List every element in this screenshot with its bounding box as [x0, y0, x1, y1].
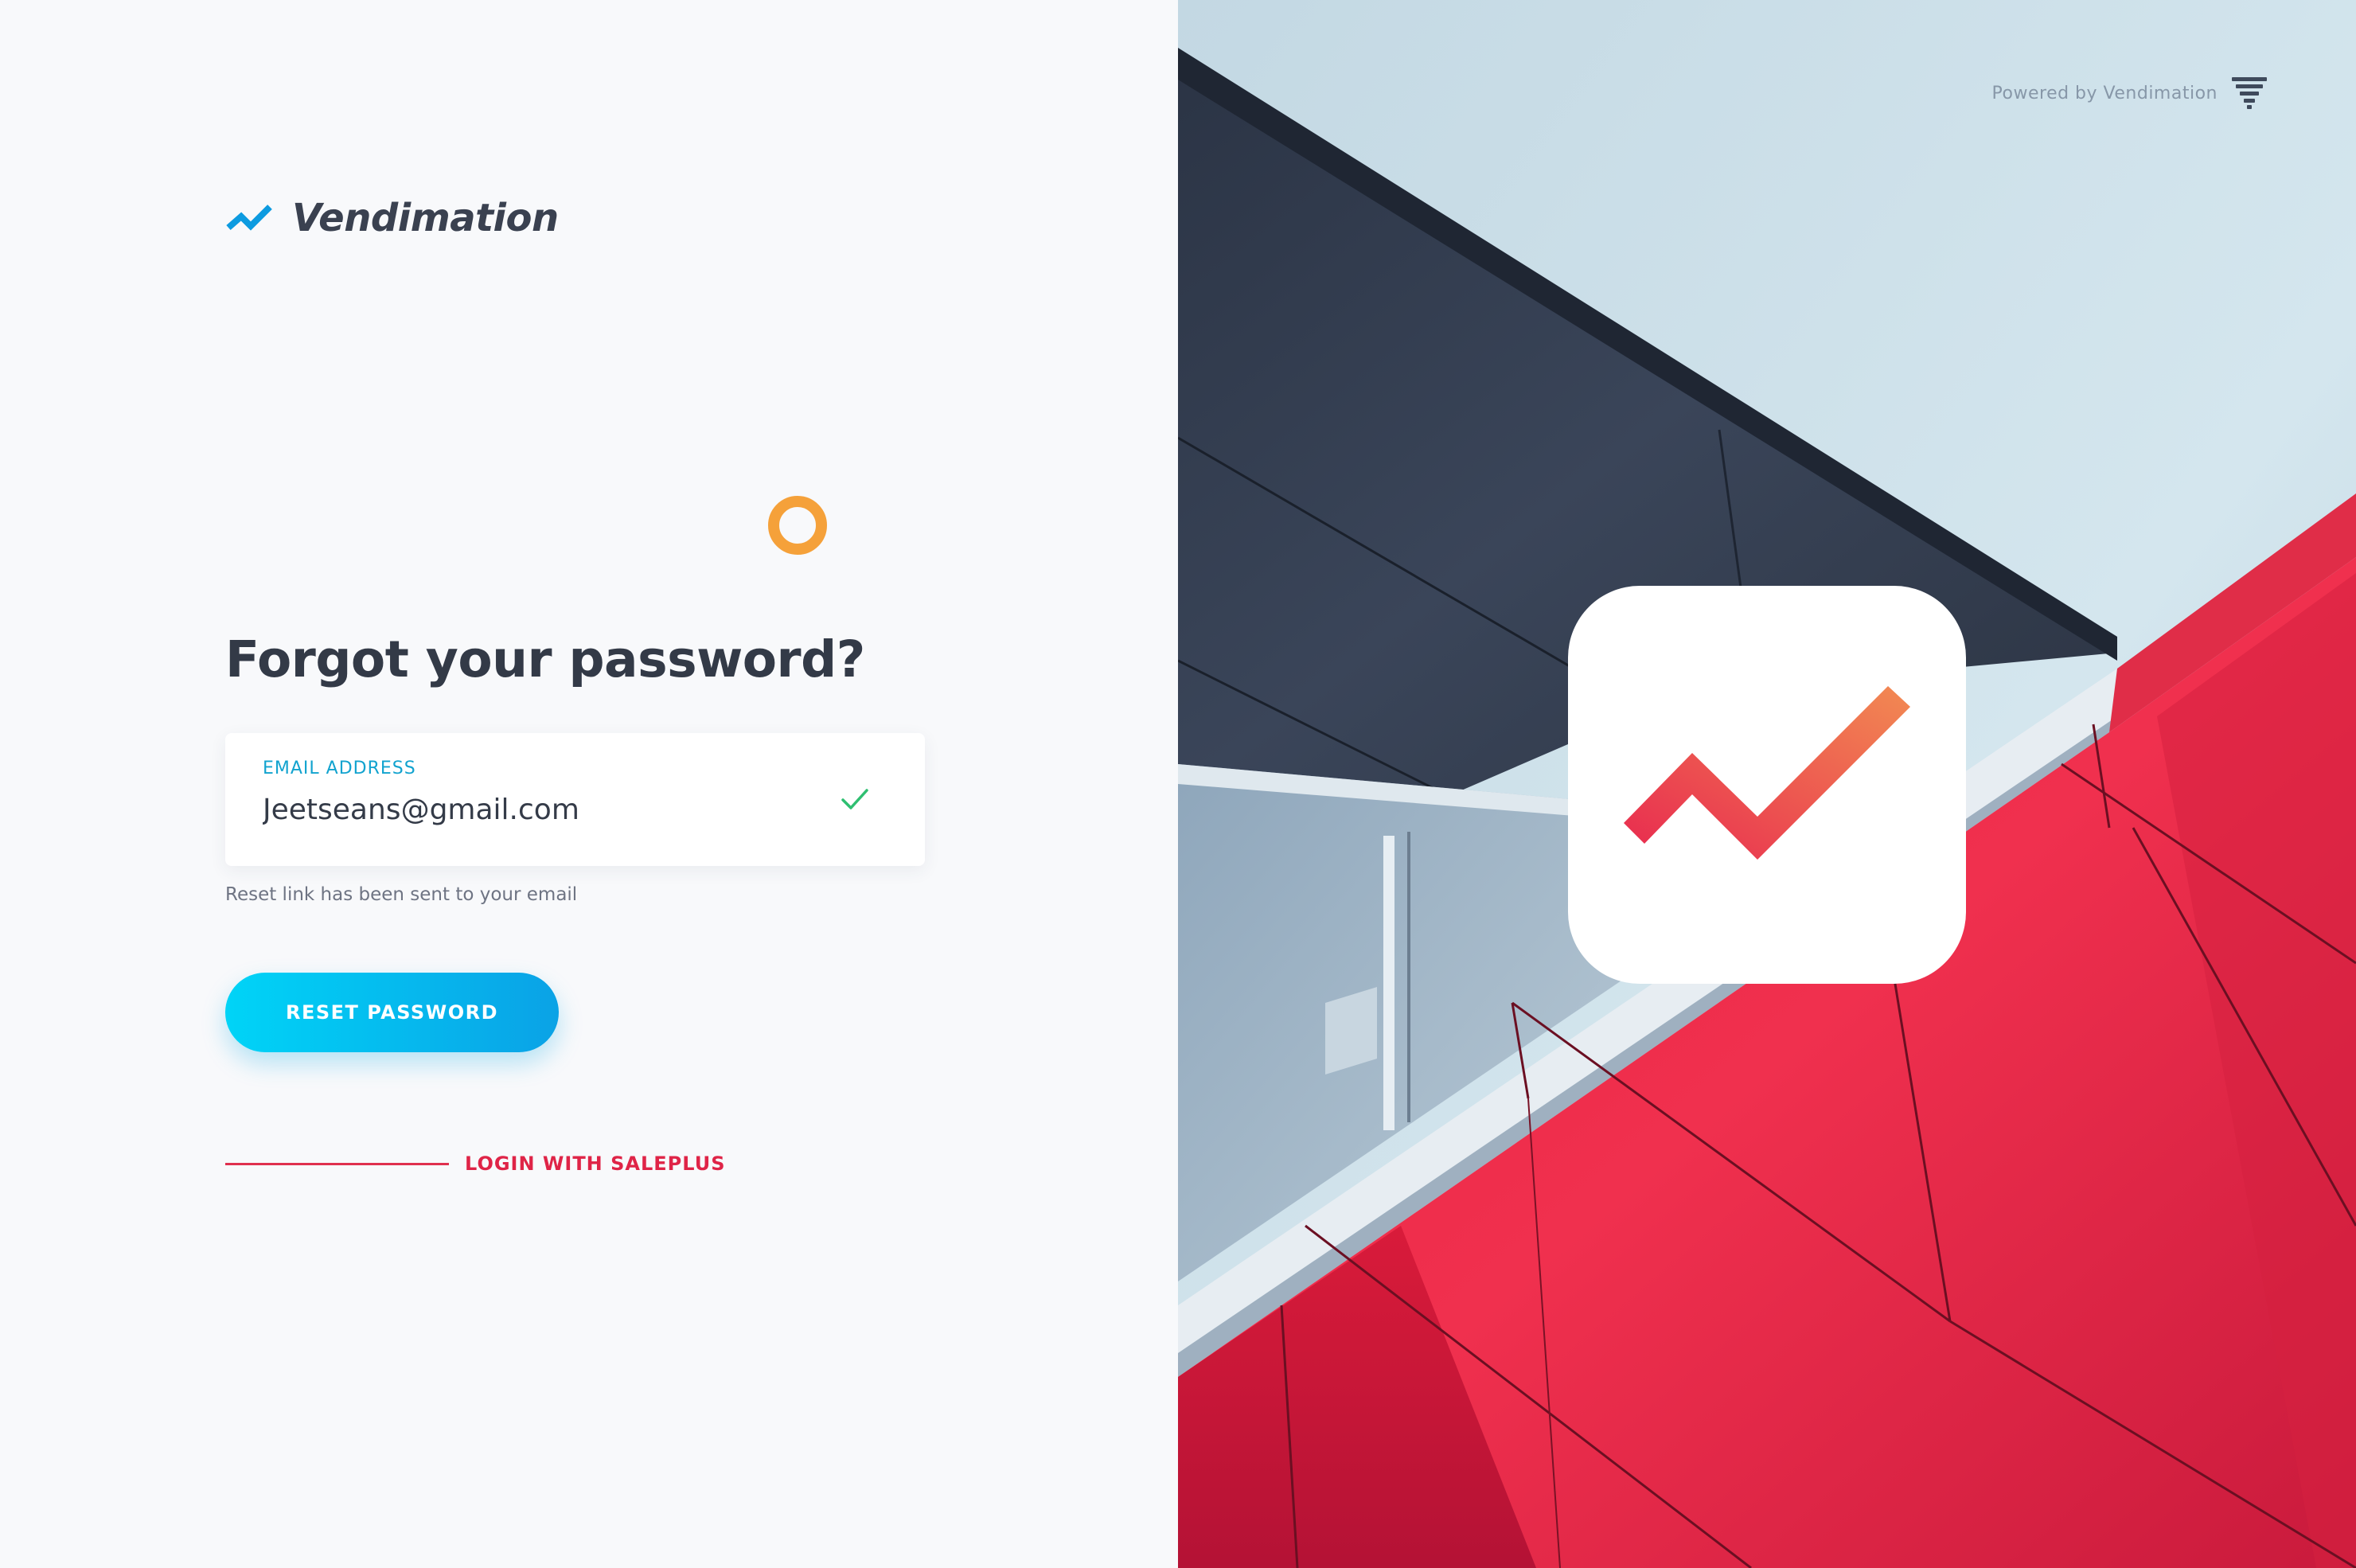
decorative-ring	[768, 496, 827, 555]
status-message: Reset link has been sent to your email	[225, 884, 578, 905]
login-with-saleplus-link[interactable]: LOGIN WITH SALEPLUS	[465, 1153, 725, 1175]
form-panel: Vendimation Forgot your password? EMAIL …	[0, 0, 1178, 1568]
check-icon	[841, 789, 868, 809]
funnel-logo-icon	[2232, 77, 2267, 109]
reset-password-button[interactable]: RESET PASSWORD	[225, 973, 559, 1052]
divider-line	[225, 1162, 449, 1165]
trend-up-icon	[226, 205, 272, 231]
email-label: EMAIL ADDRESS	[263, 759, 416, 778]
email-field[interactable]: EMAIL ADDRESS	[225, 733, 925, 866]
login-page: Vendimation Forgot your password? EMAIL …	[0, 0, 2356, 1568]
powered-by[interactable]: Powered by Vendimation	[1992, 76, 2268, 111]
brand-logo[interactable]: Vendimation	[225, 196, 559, 240]
hero-panel: Powered by Vendimation	[1178, 0, 2356, 1568]
app-icon	[1568, 586, 1966, 984]
alt-login: LOGIN WITH SALEPLUS	[225, 1153, 725, 1175]
page-title: Forgot your password?	[225, 630, 865, 688]
trend-up-icon	[1624, 686, 1910, 860]
brand-name: Vendimation	[292, 196, 559, 240]
powered-by-text: Powered by Vendimation	[1991, 83, 2218, 103]
email-input[interactable]	[263, 794, 820, 826]
